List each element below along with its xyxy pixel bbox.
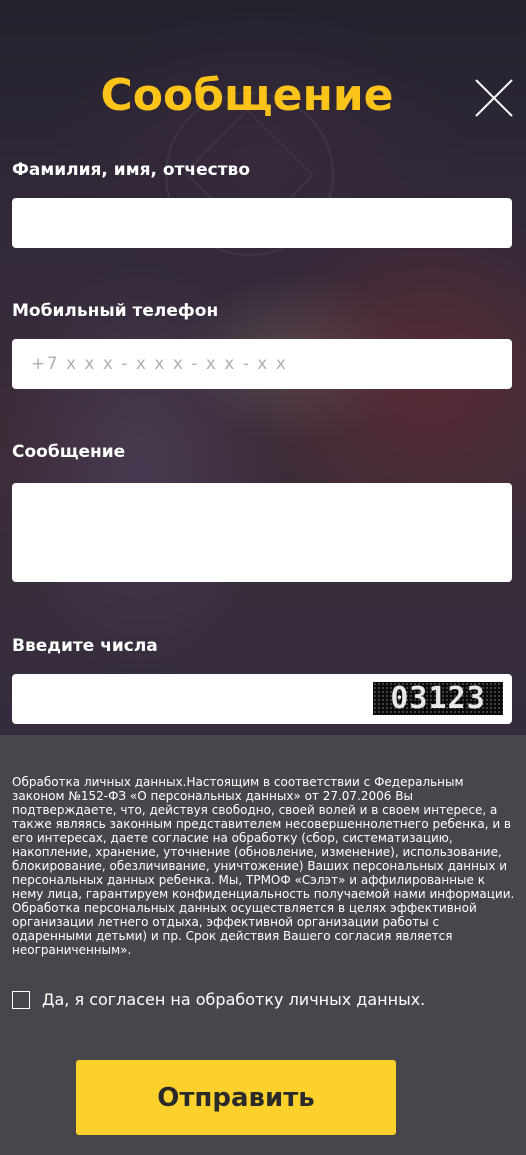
name-label: Фамилия, имя, отчество [12,160,250,180]
submit-button[interactable]: Отправить [76,1060,396,1135]
captcha-code: 03123 [390,681,486,716]
message-textarea[interactable] [12,483,512,582]
captcha-label: Введите числа [12,636,158,656]
consent-checkbox[interactable] [12,991,30,1009]
name-input[interactable] [12,198,512,248]
captcha-image: 03123 [373,682,503,715]
phone-input[interactable] [12,339,512,389]
consent-text: Обработка личных данных.Настоящим в соот… [12,775,515,957]
phone-label: Мобильный телефон [12,301,219,321]
close-icon[interactable] [474,78,514,118]
modal-title: Сообщение [100,70,394,121]
message-modal: Сообщение Фамилия, имя, отчество Мобильн… [0,0,526,1155]
message-label: Сообщение [12,442,126,462]
consent-checkbox-label[interactable]: Да, я согласен на обработку личных данны… [42,988,425,1012]
